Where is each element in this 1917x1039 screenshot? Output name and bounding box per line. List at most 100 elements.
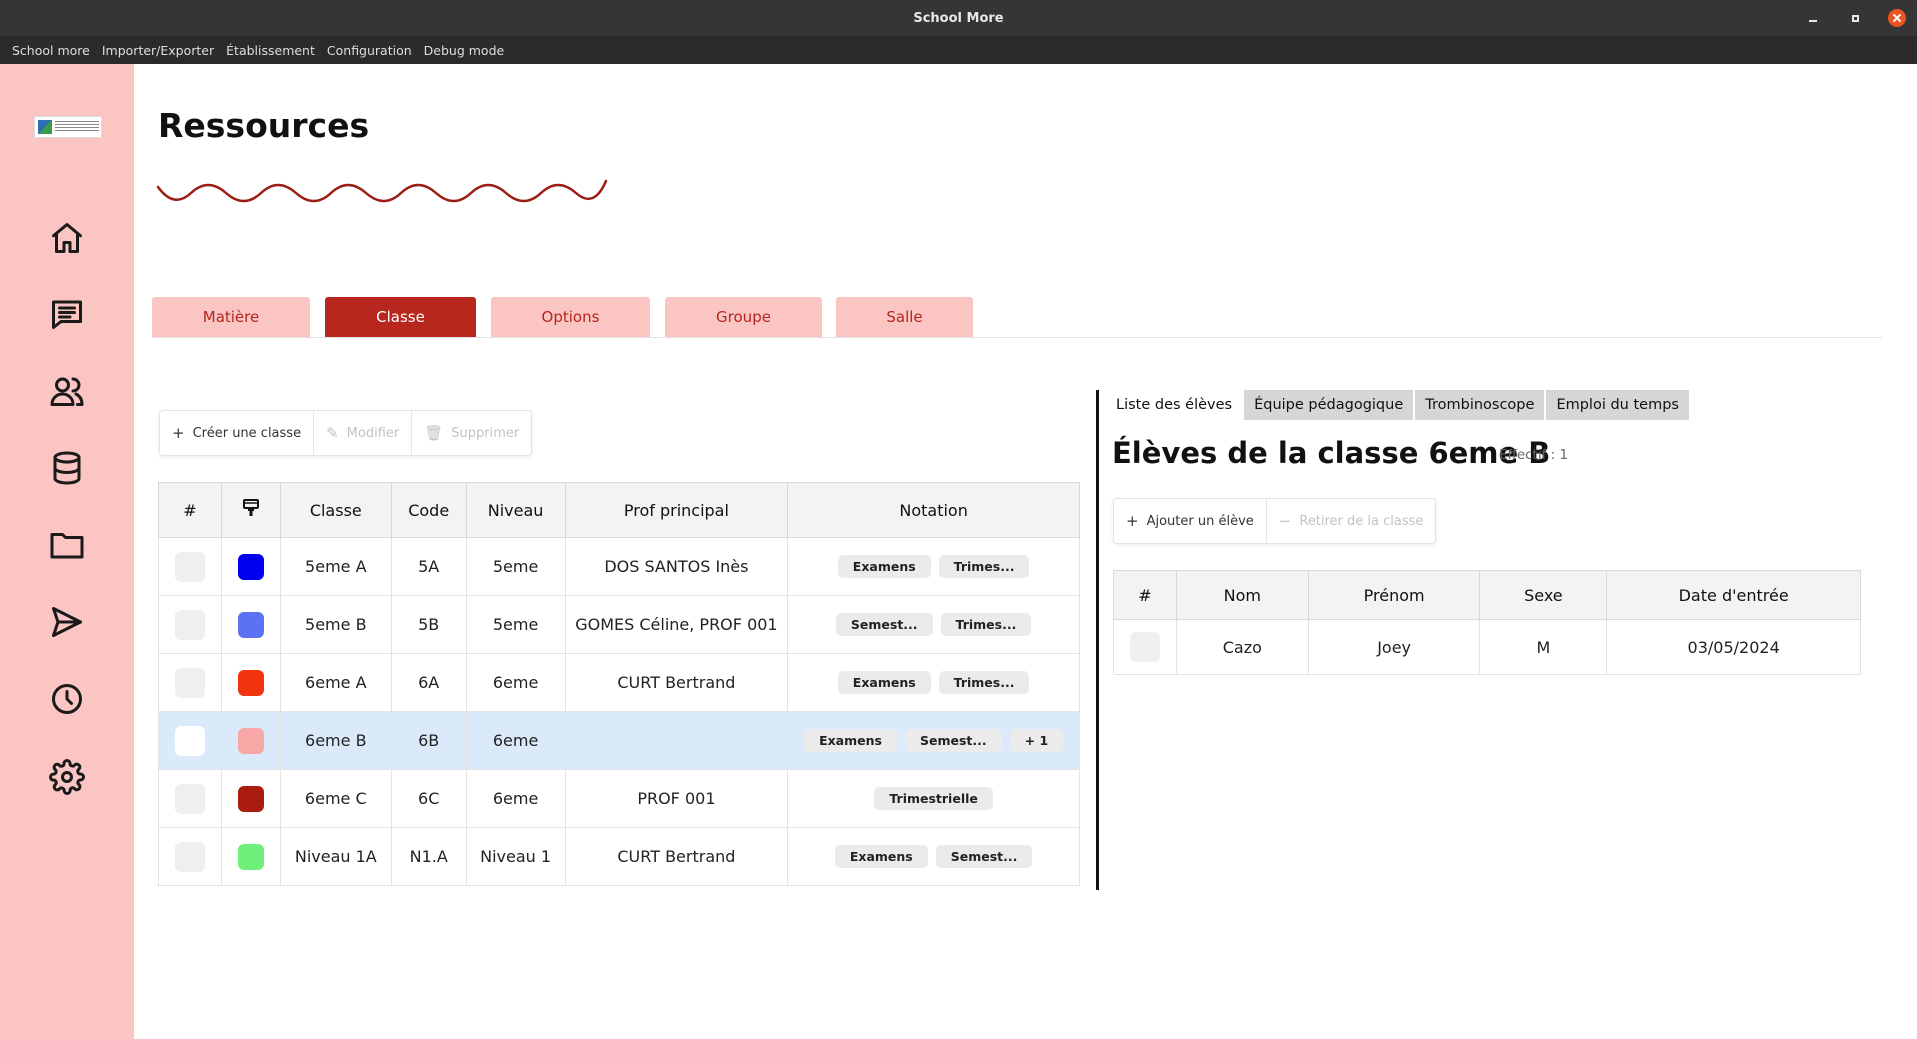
paint-brush-icon (242, 499, 259, 516)
tab-matiere[interactable]: Matière (152, 297, 310, 337)
add-student-button[interactable]: + Ajouter un élève (1114, 499, 1267, 543)
col-header-notation[interactable]: Notation (787, 482, 1080, 538)
cell-classe: Niveau 1A (279, 827, 392, 886)
notation-chip: Trimestrielle (874, 787, 993, 810)
col-header-code[interactable]: Code (390, 482, 467, 538)
sidebar-item-database[interactable] (47, 448, 87, 488)
close-button[interactable] (1887, 8, 1907, 28)
cell-classe: 6eme B (279, 711, 392, 770)
create-class-label: Créer une classe (192, 425, 302, 441)
cell-niveau: 6eme (465, 769, 566, 828)
notation-chip: Semest... (904, 729, 1002, 752)
table-row[interactable]: 6eme C 6C 6eme PROF 001 Trimestrielle (158, 769, 1080, 828)
col-header-date-entree[interactable]: Date d'entrée (1606, 570, 1861, 620)
col-header-index[interactable]: # (1113, 570, 1177, 620)
create-class-button[interactable]: + Créer une classe (160, 411, 315, 455)
sidebar-item-settings[interactable] (47, 757, 87, 797)
menu-school-more[interactable]: School more (6, 43, 96, 58)
menu-etablissement[interactable]: Établissement (220, 43, 321, 58)
maximize-button[interactable] (1845, 8, 1865, 28)
color-swatch (237, 669, 264, 696)
cell-classe: 5eme A (279, 537, 392, 596)
tab-emploi-du-temps[interactable]: Emploi du temps (1546, 390, 1689, 420)
decorative-wave (156, 179, 608, 203)
color-swatch (237, 611, 264, 638)
cell-nom: Cazo (1175, 619, 1309, 675)
row-checkbox[interactable] (174, 841, 205, 872)
sidebar-item-messages[interactable] (47, 294, 87, 334)
table-row[interactable]: 6eme A 6A 6eme CURT Bertrand Examens Trim… (158, 653, 1080, 712)
tab-options[interactable]: Options (491, 297, 650, 337)
notation-chip: Examens (804, 729, 897, 752)
col-header-nom[interactable]: Nom (1175, 570, 1309, 620)
cell-prof: DOS SANTOS Inès (564, 537, 789, 596)
minus-icon: − (1278, 512, 1292, 530)
color-swatch (237, 553, 264, 580)
gear-icon (49, 759, 85, 795)
menu-debug-mode[interactable]: Debug mode (418, 43, 511, 58)
class-table-header: # Classe Code Niveau Prof principal Nota… (158, 482, 1080, 538)
row-checkbox[interactable] (174, 725, 205, 756)
sidebar-item-send[interactable] (47, 602, 87, 642)
tab-classe[interactable]: Classe (325, 297, 476, 337)
table-row-selected[interactable]: 6eme B 6B 6eme Examens Semest... + 1 (158, 711, 1080, 770)
sidebar-item-files[interactable] (47, 525, 87, 565)
cell-niveau: 5eme (465, 537, 566, 596)
cell-notation: Examens Trimes... (787, 653, 1080, 712)
edit-class-button[interactable]: ✎ Modifier (314, 411, 413, 455)
cell-date-entree: 03/05/2024 (1606, 619, 1861, 675)
cell-sexe: M (1479, 619, 1608, 675)
col-header-color[interactable] (220, 482, 281, 538)
window-controls (1803, 8, 1907, 28)
menu-configuration[interactable]: Configuration (321, 43, 418, 58)
cell-prof: CURT Bertrand (564, 653, 789, 712)
student-toolbar: + Ajouter un élève − Retirer de la class… (1113, 498, 1437, 544)
table-row[interactable]: Cazo Joey M 03/05/2024 (1113, 619, 1861, 675)
col-header-prenom[interactable]: Prénom (1307, 570, 1481, 620)
tab-equipe-pedagogique[interactable]: Équipe pédagogique (1244, 390, 1414, 420)
sidebar-item-home[interactable] (47, 218, 87, 258)
page-title: Ressources (158, 106, 370, 145)
notation-chip: Examens (837, 555, 931, 578)
color-swatch (237, 785, 264, 812)
minimize-button[interactable] (1803, 8, 1823, 28)
col-header-niveau[interactable]: Niveau (465, 482, 566, 538)
col-header-index[interactable]: # (158, 482, 222, 538)
remove-student-label: Retirer de la classe (1299, 513, 1424, 529)
tab-salle[interactable]: Salle (836, 297, 973, 337)
col-header-prof[interactable]: Prof principal (564, 482, 789, 538)
sidebar-item-history[interactable] (47, 679, 87, 719)
effectif-count: Effectif : 1 (1499, 447, 1569, 463)
delete-class-button[interactable]: 🗑 Supprimer (412, 411, 531, 455)
row-checkbox[interactable] (1129, 632, 1160, 662)
row-checkbox[interactable] (174, 667, 205, 698)
cell-notation: Examens Semest... (787, 827, 1080, 886)
notation-more-chip[interactable]: + 1 (1009, 729, 1064, 752)
users-icon (50, 377, 84, 406)
row-checkbox[interactable] (174, 551, 205, 582)
panel-divider[interactable] (1096, 390, 1099, 890)
menu-import-export[interactable]: Importer/Exporter (96, 43, 220, 58)
class-toolbar: + Créer une classe ✎ Modifier 🗑 Supprime… (159, 410, 533, 456)
logo-mark (38, 120, 52, 134)
table-row[interactable]: 5eme B 5B 5eme GOMES Céline, PROF 001 Se… (158, 595, 1080, 654)
menu-bar: School more Importer/Exporter Établissem… (0, 36, 1917, 64)
remove-student-button[interactable]: − Retirer de la classe (1267, 499, 1436, 543)
row-checkbox[interactable] (174, 609, 205, 640)
chat-icon (52, 300, 82, 329)
tab-trombinoscope[interactable]: Trombinoscope (1415, 390, 1545, 420)
cell-classe: 6eme A (279, 653, 392, 712)
sidebar-item-users[interactable] (47, 371, 87, 411)
cell-notation: Examens Trimes... (787, 537, 1080, 596)
tab-liste-eleves[interactable]: Liste des élèves (1106, 390, 1243, 420)
school-logo (34, 116, 102, 138)
col-header-classe[interactable]: Classe (279, 482, 392, 538)
col-header-sexe[interactable]: Sexe (1479, 570, 1608, 620)
table-row[interactable]: 5eme A 5A 5eme DOS SANTOS Inès Examens Tr… (158, 537, 1080, 596)
notation-chip: Semest... (935, 845, 1033, 868)
row-checkbox[interactable] (174, 783, 205, 814)
maximize-icon (1851, 14, 1859, 22)
trash-icon: 🗑 (424, 424, 444, 442)
table-row[interactable]: Niveau 1A N1.A Niveau 1 CURT Bertrand Ex… (158, 827, 1080, 886)
tab-groupe[interactable]: Groupe (665, 297, 822, 337)
